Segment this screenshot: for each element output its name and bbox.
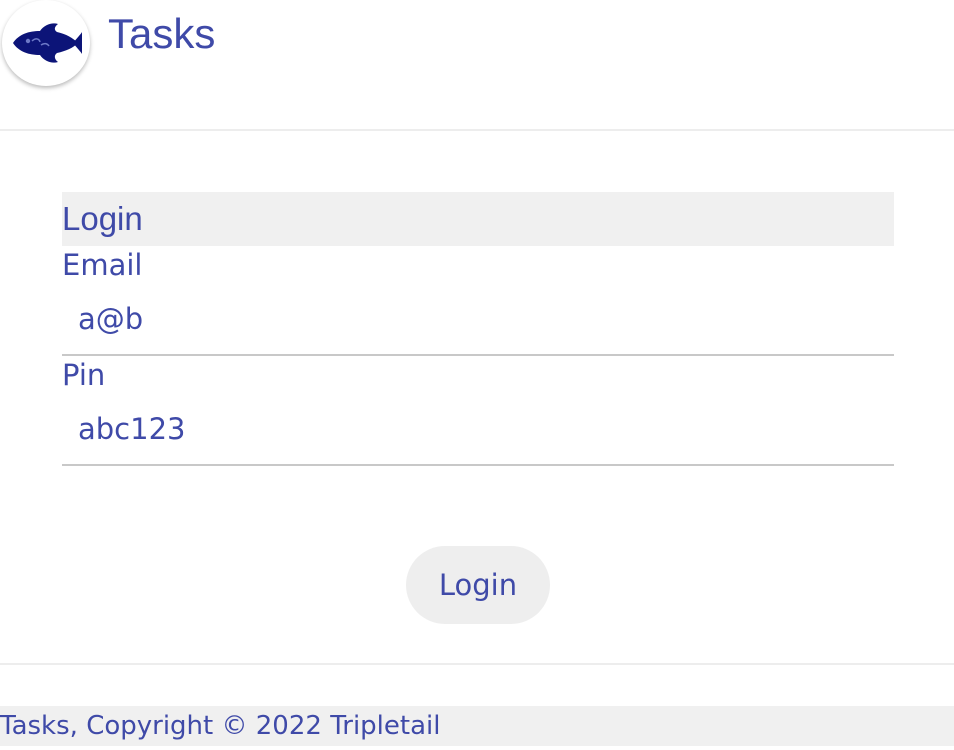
pin-label: Pin (62, 358, 106, 392)
fish-logo-icon (10, 18, 82, 68)
pin-field[interactable] (62, 394, 894, 466)
email-field[interactable] (62, 284, 894, 356)
login-button[interactable]: Login (406, 546, 550, 624)
login-form: Login Email Pin (62, 192, 894, 466)
login-form-title: Login (62, 192, 894, 246)
app-header: Tasks (0, 0, 954, 131)
email-label: Email (62, 248, 143, 282)
footer-divider (0, 663, 954, 665)
copyright-footer: Tasks, Copyright © 2022 Tripletail (0, 706, 954, 746)
app-logo[interactable] (2, 0, 90, 86)
app-title: Tasks (108, 10, 216, 57)
